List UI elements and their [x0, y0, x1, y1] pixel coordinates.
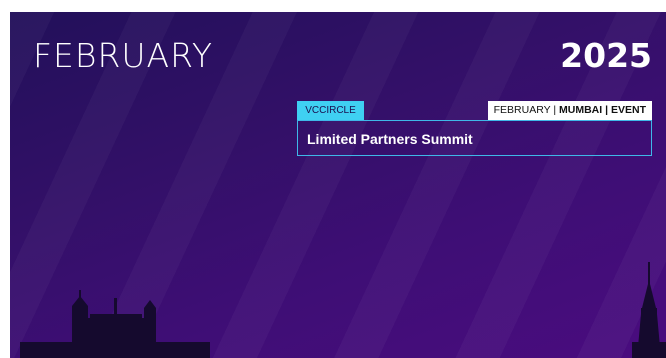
event-meta: FEBRUARY | MUMBAI | EVENT — [488, 101, 652, 120]
meta-type: EVENT — [610, 104, 646, 116]
organizer-tag: VCCIRCLE — [297, 101, 364, 120]
meta-separator: | — [605, 104, 609, 116]
tower-silhouette-icon — [632, 262, 666, 358]
event-card[interactable]: VCCIRCLE FEBRUARY | MUMBAI | EVENT Limit… — [297, 101, 652, 156]
page: FEBRUARY 2025 VCCIRCLE FEBRUARY | MUMBAI… — [0, 0, 666, 358]
event-banner: FEBRUARY 2025 VCCIRCLE FEBRUARY | MUMBAI… — [10, 12, 666, 358]
banner-month: FEBRUARY — [33, 36, 214, 75]
banner-year: 2025 — [560, 36, 652, 75]
building-silhouette-icon — [20, 290, 210, 358]
meta-month: FEBRUARY — [493, 104, 551, 116]
event-card-body[interactable]: Limited Partners Summit — [297, 120, 652, 156]
event-title[interactable]: Limited Partners Summit — [307, 131, 473, 147]
meta-separator: | — [553, 104, 557, 116]
meta-city: MUMBAI — [559, 104, 603, 116]
